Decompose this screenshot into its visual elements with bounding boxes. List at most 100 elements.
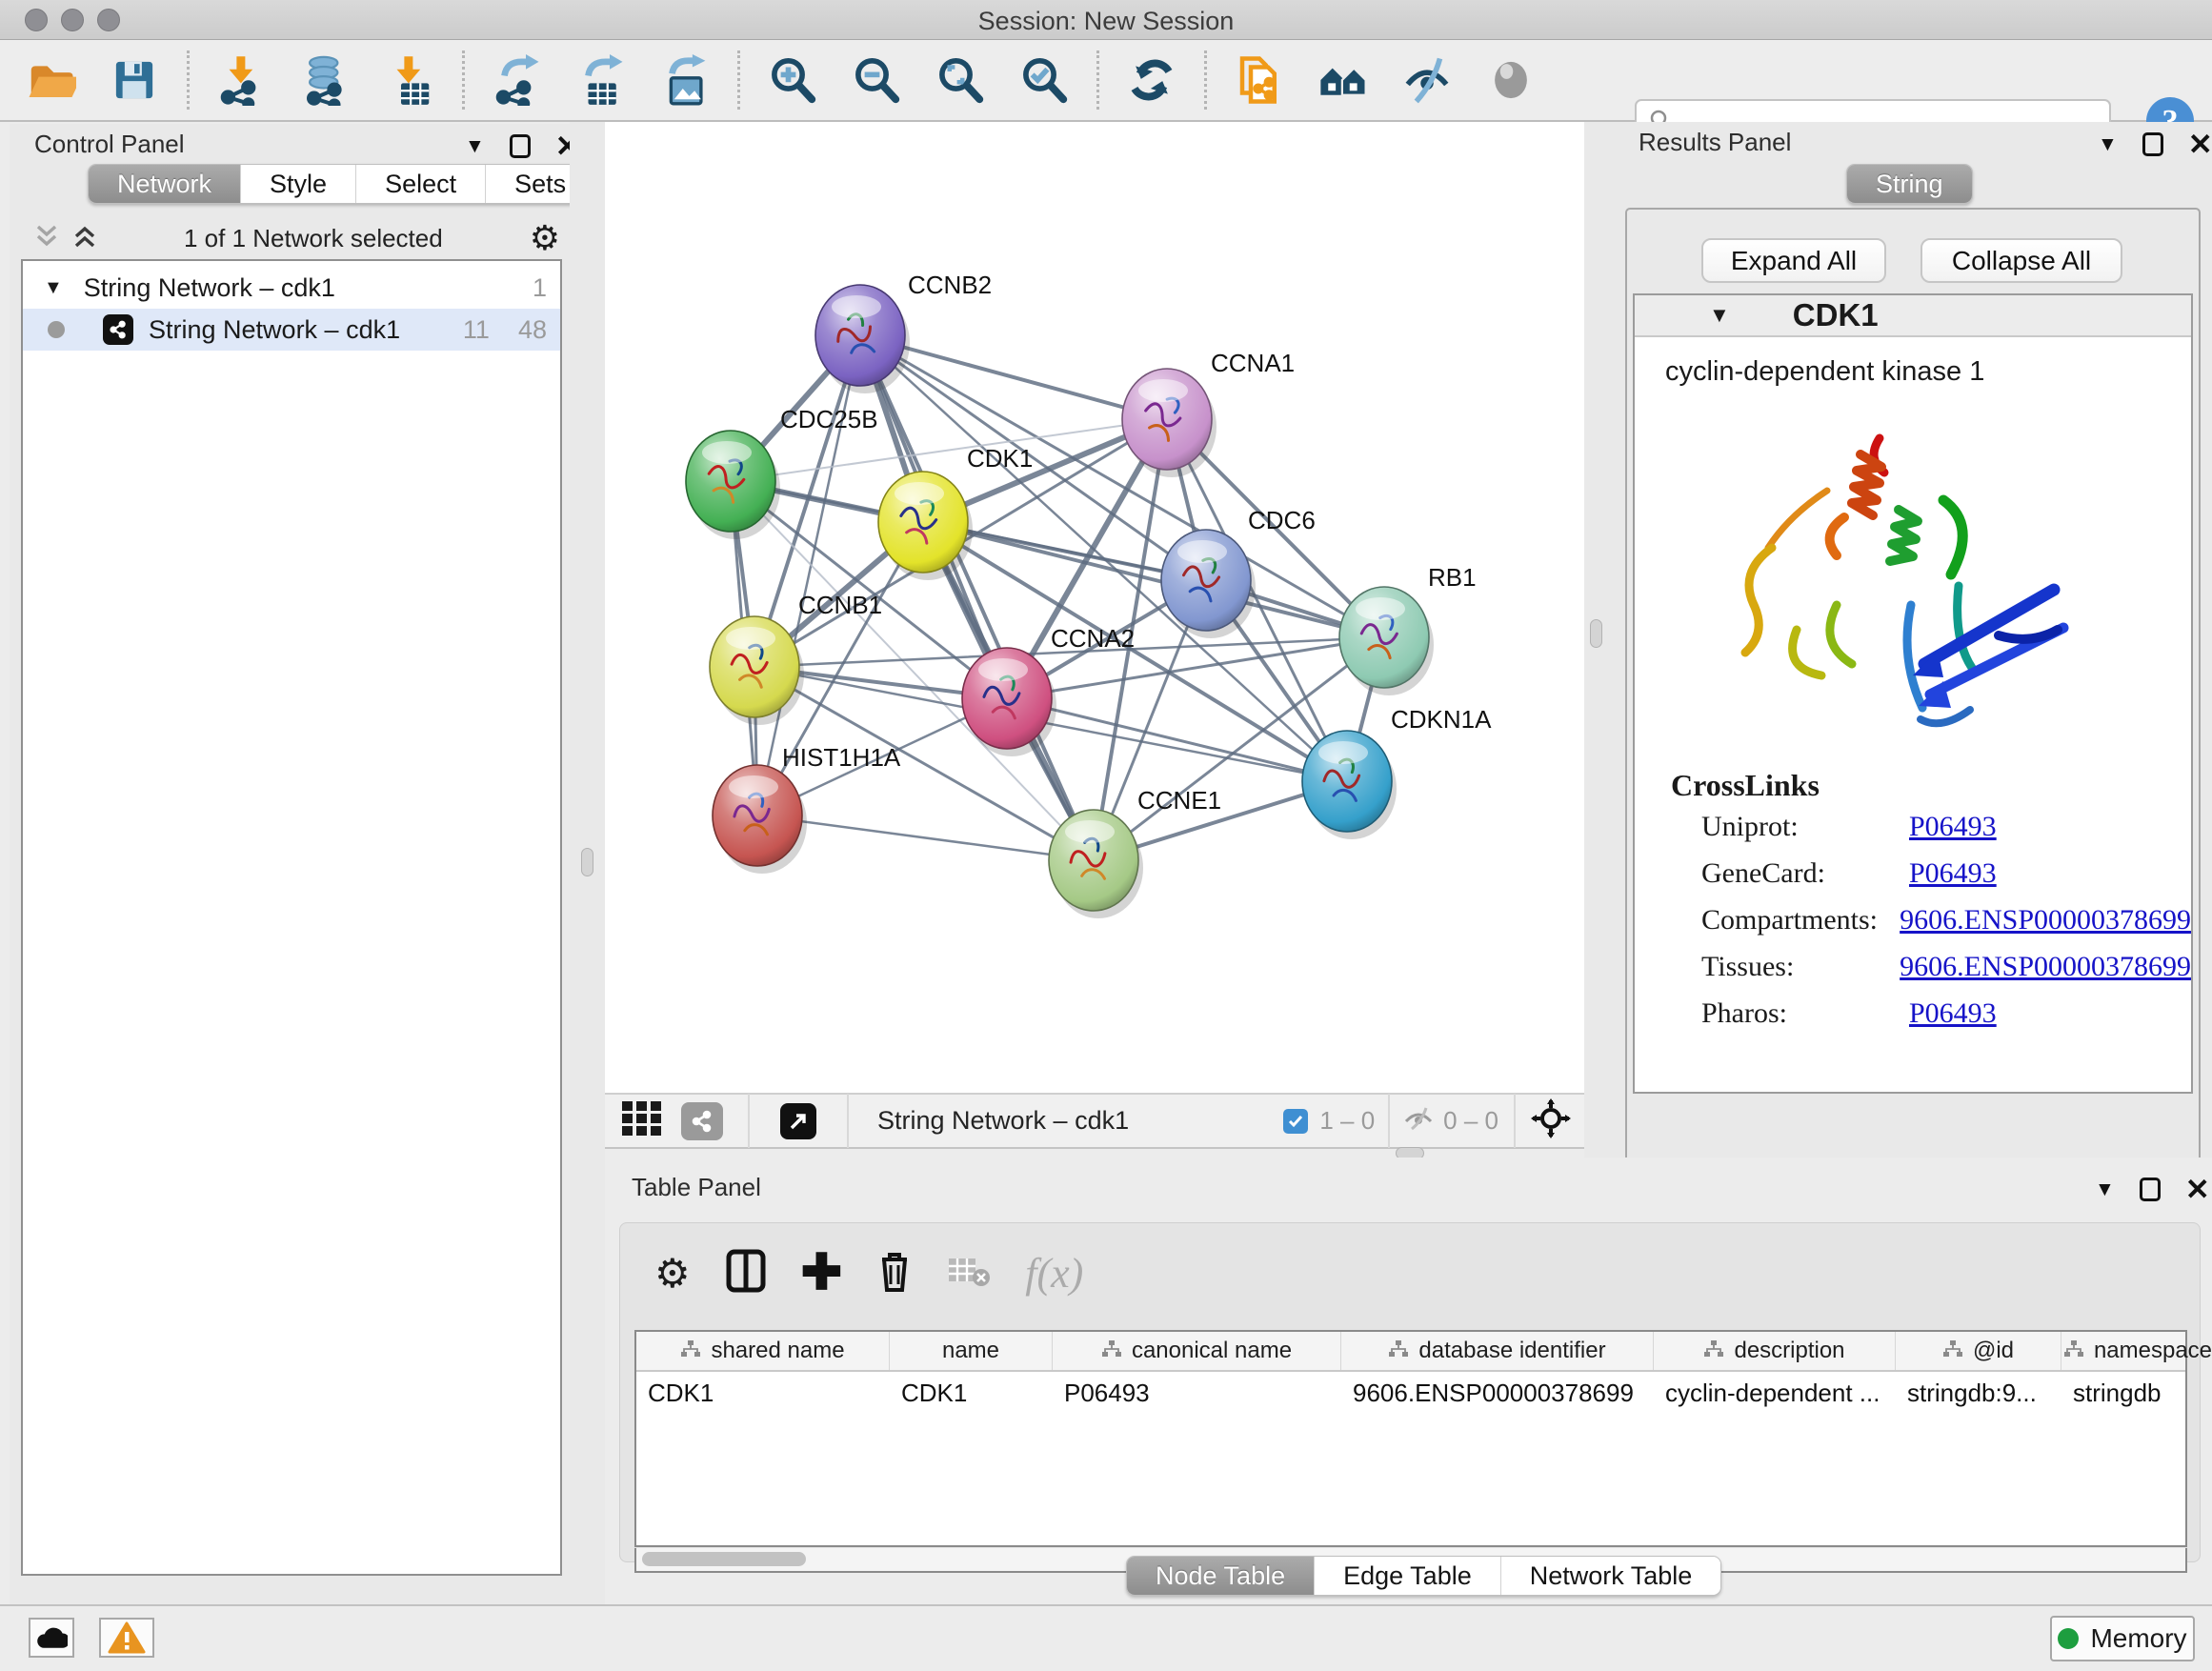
birds-eye-view-icon[interactable] — [1531, 1098, 1571, 1143]
column-header-name[interactable]: name — [890, 1332, 1053, 1370]
tab-style[interactable]: Style — [240, 165, 355, 203]
create-column-icon[interactable]: ✚ — [801, 1254, 843, 1292]
crosslink-url[interactable]: P06493 — [1909, 811, 1997, 843]
column-header-database-identifier[interactable]: database identifier — [1341, 1332, 1654, 1370]
network-graph[interactable]: CCNB2CCNA1CDC25BCDK1CDC6RB1CCNB1CCNA2CDK… — [605, 122, 1584, 1093]
show-graphics-details-icon[interactable] — [1485, 54, 1537, 106]
edge-count: 48 — [518, 315, 547, 345]
crosslink-row: GeneCard:P06493 — [1701, 857, 2191, 890]
network-options-gear-icon[interactable]: ⚙ — [530, 218, 560, 258]
crosslink-url[interactable]: P06493 — [1909, 857, 1997, 890]
graph-node-RB1[interactable]: RB1 — [1339, 563, 1477, 695]
export-image-icon[interactable] — [659, 54, 711, 106]
grid-view-icon[interactable] — [620, 1099, 664, 1142]
annotation-share-icon[interactable] — [1234, 54, 1285, 106]
results-panel: Results Panel ▼ ✕ String Expand All Coll… — [1608, 122, 2212, 1158]
zoom-selected-icon[interactable] — [1018, 54, 1070, 106]
tab-network[interactable]: Network — [89, 165, 240, 203]
table-cell[interactable]: 9606.ENSP00000378699 — [1341, 1372, 1654, 1414]
collapse-all-networks-icon[interactable] — [34, 223, 59, 254]
left-splitter[interactable] — [570, 122, 605, 1604]
table-box: ⚙ ✚ f(x) shared namenamecanonical nameda… — [619, 1222, 2201, 1562]
string-view-icon[interactable] — [681, 1102, 723, 1140]
import-network-from-database-icon[interactable] — [300, 54, 352, 106]
cloud-button[interactable] — [29, 1618, 74, 1658]
control-panel-menu-icon[interactable]: ▼ — [465, 136, 485, 156]
tab-edge-table[interactable]: Edge Table — [1314, 1557, 1500, 1595]
table-panel-menu-icon[interactable]: ▼ — [2095, 1179, 2115, 1199]
zoom-fit-icon[interactable] — [935, 54, 986, 106]
memory-button[interactable]: Memory — [2050, 1616, 2195, 1661]
open-session-icon[interactable] — [25, 54, 76, 106]
tab-node-table[interactable]: Node Table — [1127, 1557, 1314, 1595]
graph-node-CCNA2[interactable]: CCNA2 — [962, 624, 1135, 756]
graph-node-CCNA1[interactable]: CCNA1 — [1122, 349, 1295, 477]
refresh-view-icon[interactable] — [1126, 54, 1177, 106]
table-cell[interactable]: P06493 — [1053, 1372, 1341, 1414]
node-label-HIST1H1A: HIST1H1A — [782, 743, 901, 772]
table-panel-float-icon[interactable] — [2140, 1178, 2161, 1201]
export-network-icon[interactable] — [492, 54, 543, 106]
crosslink-row: Compartments:9606.ENSP00000378699 — [1701, 904, 2191, 936]
table-cell[interactable]: stringdb:9... — [1896, 1372, 2061, 1414]
collapse-all-button[interactable]: Collapse All — [1920, 238, 2122, 283]
graph-node-CDC25B[interactable]: CDC25B — [686, 405, 878, 539]
save-session-icon[interactable] — [109, 54, 160, 106]
tree-expand-icon[interactable]: ▼ — [44, 277, 63, 299]
crosslink-url[interactable]: P06493 — [1909, 997, 1997, 1030]
column-header-namespace[interactable]: namespace — [2061, 1332, 2212, 1370]
table-cell[interactable]: cyclin-dependent ... — [1654, 1372, 1896, 1414]
expand-all-button[interactable]: Expand All — [1701, 238, 1886, 283]
control-panel-float-icon[interactable] — [510, 134, 531, 158]
tab-network-table[interactable]: Network Table — [1500, 1557, 1721, 1595]
hidden-eye-icon[interactable] — [1403, 1105, 1434, 1137]
hide-graphics-details-icon[interactable] — [1401, 54, 1453, 106]
graph-node-CCNB1[interactable]: CCNB1 — [710, 591, 882, 725]
tab-string[interactable]: String — [1847, 165, 1972, 203]
results-panel-float-icon[interactable] — [2142, 132, 2163, 156]
column-header-canonical-name[interactable]: canonical name — [1053, 1332, 1341, 1370]
crosslink-url[interactable]: 9606.ENSP00000378699 — [1900, 951, 2191, 983]
delete-table-icon — [947, 1253, 991, 1294]
crosslink-label: Pharos: — [1701, 997, 1909, 1030]
graph-node-CCNE1[interactable]: CCNE1 — [1049, 786, 1221, 918]
network-collection-row[interactable]: ▼ String Network – cdk1 1 — [23, 267, 560, 309]
zoom-in-icon[interactable] — [767, 54, 818, 106]
import-table-icon[interactable] — [384, 54, 435, 106]
protein-collapse-icon[interactable]: ▼ — [1709, 303, 1730, 328]
table-options-gear-icon[interactable]: ⚙ — [654, 1250, 691, 1297]
left-splitter-grip[interactable] — [581, 848, 593, 876]
crosslink-url[interactable]: 9606.ENSP00000378699 — [1900, 904, 2191, 936]
expand-all-networks-icon[interactable] — [72, 223, 97, 254]
export-table-icon[interactable] — [575, 54, 627, 106]
graph-node-CDC6[interactable]: CDC6 — [1161, 506, 1316, 638]
column-header-shared-name[interactable]: shared name — [636, 1332, 890, 1370]
show-columns-icon[interactable] — [725, 1248, 767, 1299]
node-label-CDK1: CDK1 — [967, 444, 1033, 473]
graph-node-CDKN1A[interactable]: CDKN1A — [1302, 705, 1492, 839]
column-header-description[interactable]: description — [1654, 1332, 1896, 1370]
scrollbar-thumb[interactable] — [642, 1552, 806, 1566]
results-panel-menu-icon[interactable]: ▼ — [2098, 134, 2118, 154]
table-panel-close-icon[interactable]: ✕ — [2185, 1175, 2210, 1204]
right-splitter[interactable] — [1584, 122, 1608, 1158]
column-tree-icon — [1101, 1338, 1122, 1364]
table-row[interactable]: CDK1CDK1P064939606.ENSP00000378699cyclin… — [636, 1372, 2185, 1414]
tab-select[interactable]: Select — [355, 165, 485, 203]
export-view-icon[interactable] — [780, 1103, 816, 1139]
network-row-selected[interactable]: String Network – cdk1 11 48 — [23, 309, 560, 351]
table-cell[interactable]: CDK1 — [636, 1372, 890, 1414]
selected-checkbox-icon[interactable] — [1283, 1109, 1308, 1134]
home-networks-icon[interactable] — [1317, 54, 1369, 106]
network-canvas[interactable]: CCNB2CCNA1CDC25BCDK1CDC6RB1CCNB1CCNA2CDK… — [605, 122, 1584, 1093]
import-network-icon[interactable] — [216, 54, 268, 106]
warnings-button[interactable] — [99, 1618, 154, 1658]
delete-column-icon[interactable] — [876, 1248, 913, 1299]
table-cell[interactable]: stringdb — [2061, 1372, 2212, 1414]
table-cell[interactable]: CDK1 — [890, 1372, 1053, 1414]
zoom-out-icon[interactable] — [851, 54, 902, 106]
column-header-@id[interactable]: @id — [1896, 1332, 2061, 1370]
right-splitter-grip[interactable] — [1590, 619, 1602, 648]
results-panel-close-icon[interactable]: ✕ — [2188, 130, 2212, 159]
graph-node-HIST1H1A[interactable]: HIST1H1A — [713, 743, 901, 874]
